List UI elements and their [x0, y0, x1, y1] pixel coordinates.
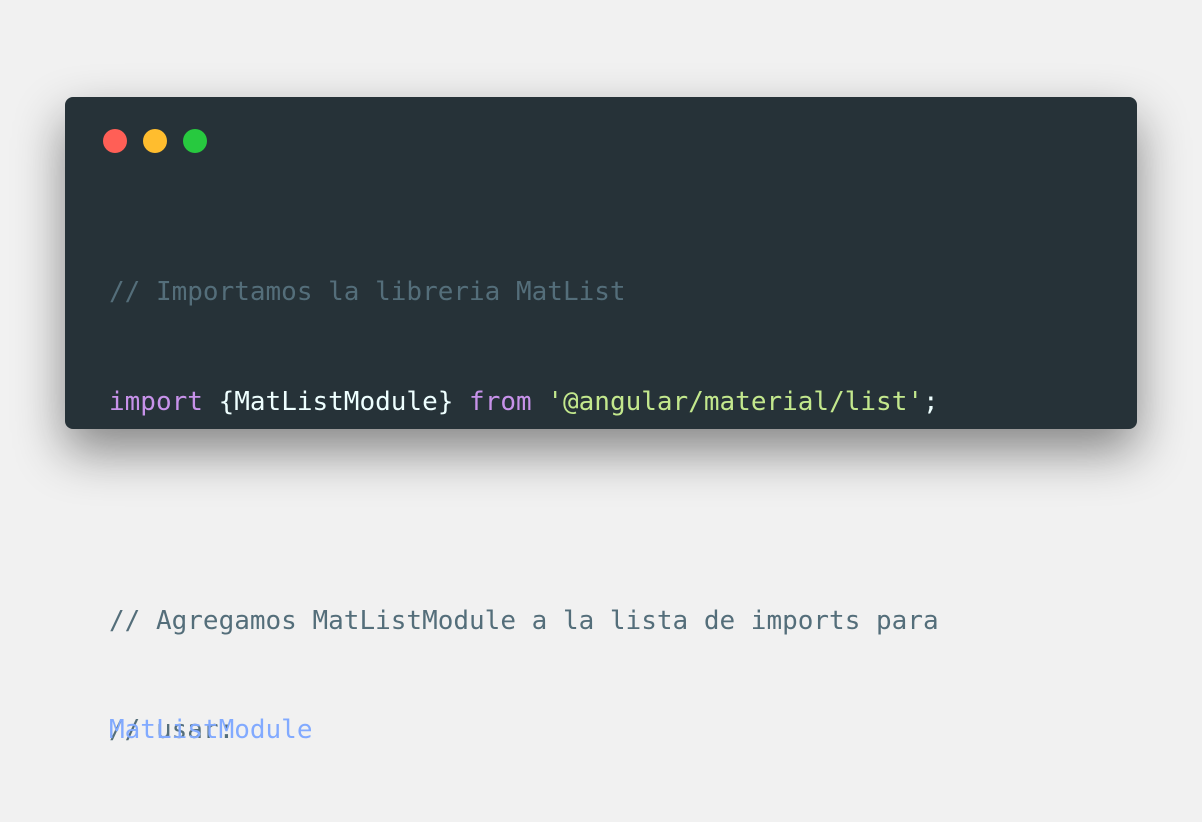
open-brace: {: [218, 386, 235, 417]
code-window: // Importamos la libreria MatList import…: [65, 97, 1137, 745]
identifier: MatListModule: [109, 715, 313, 745]
code-line-2: import {MatListModule} from '@angular/ma…: [109, 384, 939, 421]
code-line-4: // Agregamos MatListModule a la lista de…: [109, 603, 939, 640]
window-controls: [103, 129, 207, 153]
module-path-string: '@angular/material/list': [547, 386, 924, 417]
overlapping-text: // usar: MatListModule: [109, 712, 313, 749]
minimize-icon[interactable]: [143, 129, 167, 153]
close-icon[interactable]: [103, 129, 127, 153]
comment: // Agregamos MatListModule a la lista de…: [109, 605, 939, 636]
from-keyword: from: [469, 386, 532, 417]
import-keyword: import: [109, 386, 203, 417]
code-block: // Importamos la libreria MatList import…: [109, 201, 939, 822]
semicolon: ;: [923, 386, 939, 417]
code-line-1: // Importamos la libreria MatList: [109, 274, 939, 311]
comment: // Importamos la libreria MatList: [109, 277, 626, 307]
maximize-icon[interactable]: [183, 129, 207, 153]
close-brace: }: [437, 386, 454, 417]
code-line-5: // usar: MatListModule: [109, 712, 939, 749]
identifier: MatListModule: [234, 386, 438, 417]
